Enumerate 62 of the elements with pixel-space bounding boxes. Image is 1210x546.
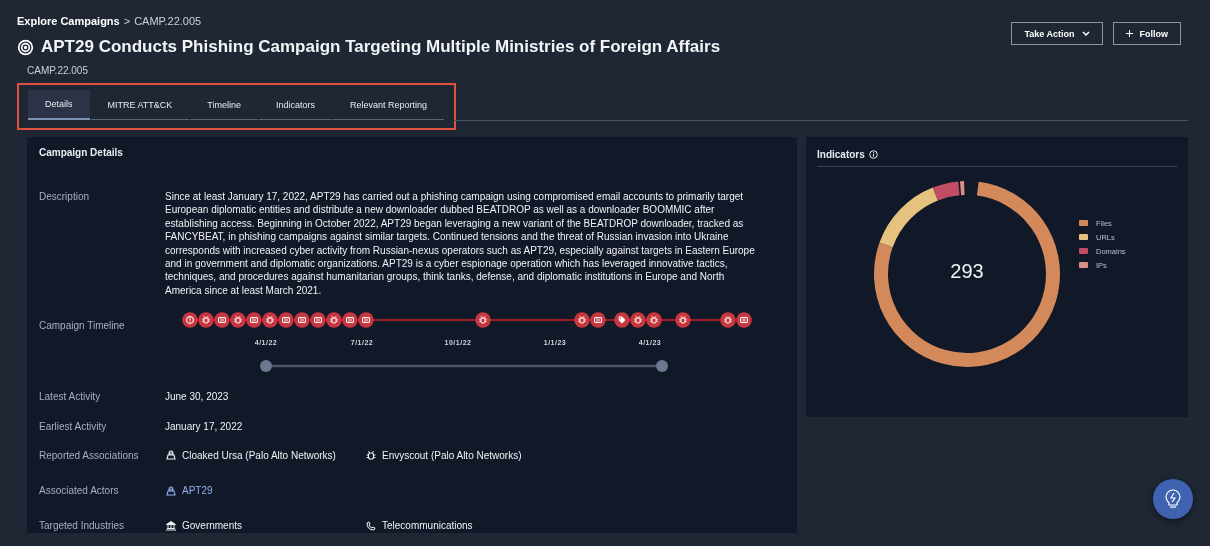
field-label: Associated Actors [39,484,120,498]
section-title: Campaign Details [38,146,124,160]
total-count: 293 [949,260,985,283]
timeline-malware-marker[interactable] [326,312,342,329]
timeline-malware-marker[interactable] [646,312,662,329]
timeline-malware-marker[interactable] [230,312,246,329]
breadcrumb-current: CAMP.22.005 [134,15,202,27]
tab[interactable]: Relevant Reporting [333,90,445,120]
timeline-malware-marker[interactable] [675,312,691,329]
field-value: Cloaked Ursa (Palo Alto Networks) [182,449,336,463]
follow-button[interactable]: Follow [1112,22,1181,45]
take-action-button[interactable]: Take Action [1011,22,1103,45]
field-value: Telecommunications [382,518,473,533]
timeline-report-marker[interactable] [278,312,294,329]
timeline-alert-marker[interactable] [182,312,198,329]
description-text: Since at least January 17, 2022, APT29 has carried out a phishing campaign using compromised email accounts to primarily target European diplomatic entities and distribute a new downloader dubbed BEATDROP as well as a downloader BOOMMIC after establishing access. Beginning in October 2022, APT29 began leveraging a new variant of the BEATDROP downloader, tracked as FANCYBEAT, in phishing campaigns against similar targets. Continued tensions and the threat of Russian invasion into Ukraine corresponds with increased cyber activity from Russian-nexus operators such as APT29, especially against targets in Eastern Europe and in government and diplomatic organizations. APT29 is a cyber espionage operation which has leveraged innovative tactics, techniques, and procedures against humanitarian groups, think tanks, defense, and diplomatic institutions in Europe and North America since at least March 2021. [165,190,756,298]
timeline-report-marker[interactable] [294,312,310,329]
field-label: Latest Activity [39,390,102,404]
tab[interactable]: MITRE ATT&CK [90,90,190,120]
timeline-malware-marker[interactable] [720,312,736,329]
panel-title: Indicators [817,149,865,160]
timeline-report-marker[interactable] [590,312,606,329]
breadcrumb-link[interactable]: Explore Campaigns [17,15,120,27]
timeline-report-marker[interactable] [358,312,374,329]
info-icon[interactable] [868,150,878,159]
field-label: Description [39,190,91,204]
bug-icon [365,450,377,462]
phone-icon [365,520,377,532]
help-button[interactable] [1153,479,1193,519]
timeline-report-marker[interactable] [246,312,262,329]
campaign-id: CAMP.22.005 [27,65,88,76]
breadcrumb-separator: > [123,15,131,27]
actor-icon [165,450,177,462]
campaign-title: APT29 Conducts Phishing Campaign Targeting Multiple Ministries of Foreign Affairs [41,37,721,57]
tab[interactable]: Indicators [259,90,333,120]
building-icon [165,520,177,532]
timeline-malware-marker[interactable] [475,312,491,329]
timeline-malware-marker[interactable] [630,312,646,329]
timeline-report-marker[interactable] [310,312,326,329]
timeline-tag-marker[interactable] [614,312,630,329]
field-label: Targeted Industries [39,518,126,533]
timeline-malware-marker[interactable] [262,312,278,329]
timeline-report-marker[interactable] [214,312,230,329]
field-label: Campaign Timeline [39,319,126,334]
plus-icon [1125,30,1133,37]
chevron-down-icon [1081,30,1090,37]
tab[interactable]: Details [28,90,90,120]
field-value: Governments [182,518,243,533]
timeline-report-marker[interactable] [342,312,358,329]
field-value: January 17, 2022 [165,419,243,434]
timeline-malware-marker[interactable] [574,312,590,329]
lightbulb-icon [1162,488,1184,510]
field-label: Earliest Activity [39,419,108,434]
field-label: Reported Associations [39,449,140,463]
timeline-report-marker[interactable] [736,312,752,329]
actor-icon [165,485,177,497]
tab[interactable]: Timeline [190,90,259,120]
field-value: Envyscout (Palo Alto Networks) [382,449,522,463]
actor-link[interactable]: APT29 [182,484,213,498]
timeline-malware-marker[interactable] [198,312,214,329]
field-value: June 30, 2023 [165,390,229,404]
target-icon [17,38,34,56]
